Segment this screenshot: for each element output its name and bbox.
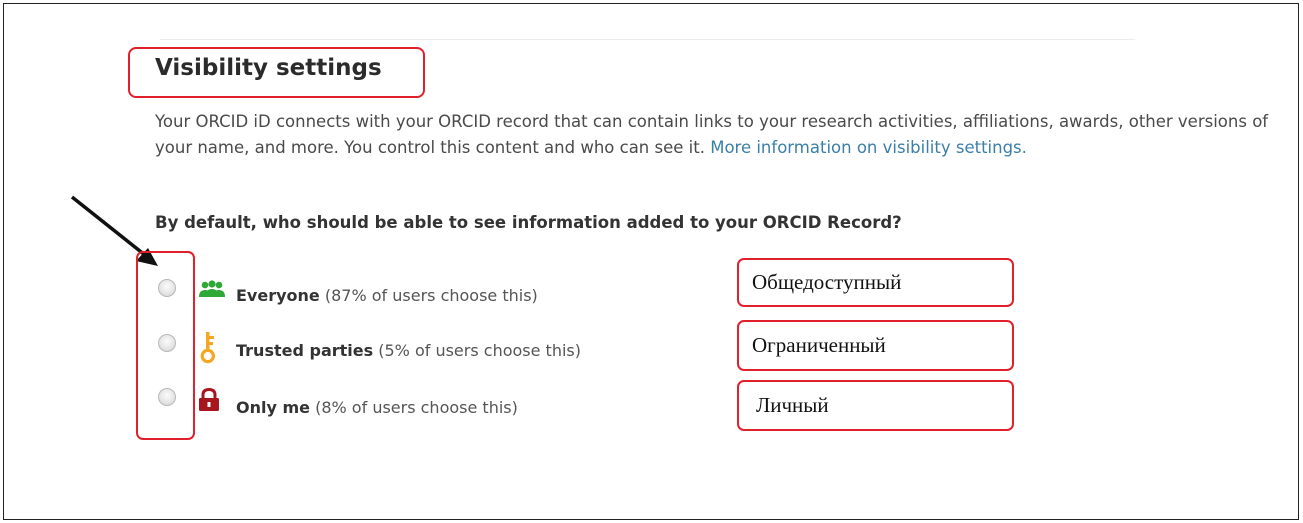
- option-trusted-parties[interactable]: Trusted parties (5% of users choose this…: [236, 341, 581, 360]
- users-icon: [199, 280, 225, 297]
- option-only-me-note: (8% of users choose this): [315, 398, 518, 417]
- option-only-me[interactable]: Only me (8% of users choose this): [236, 398, 518, 417]
- page-title: Visibility settings: [155, 55, 382, 81]
- lock-icon: [199, 388, 219, 411]
- annotation-public: Общедоступный: [752, 270, 902, 294]
- annotation-limited: Ограниченный: [752, 333, 886, 357]
- visibility-info-link[interactable]: More information on visibility settings.: [710, 138, 1027, 157]
- option-everyone-note: (87% of users choose this): [324, 286, 538, 305]
- radio-trusted-parties[interactable]: [158, 334, 176, 352]
- option-trusted-parties-label: Trusted parties: [236, 341, 374, 360]
- section-divider: [160, 39, 1135, 40]
- option-only-me-label: Only me: [236, 398, 310, 417]
- key-icon: [200, 332, 216, 364]
- option-trusted-parties-note: (5% of users choose this): [378, 341, 581, 360]
- description: Your ORCID iD connects with your ORCID r…: [155, 109, 1275, 160]
- default-visibility-question: By default, who should be able to see in…: [155, 213, 902, 232]
- option-everyone[interactable]: Everyone (87% of users choose this): [236, 286, 538, 305]
- option-everyone-label: Everyone: [236, 286, 320, 305]
- radio-only-me[interactable]: [158, 388, 176, 406]
- radio-everyone[interactable]: [158, 279, 176, 297]
- annotation-private: Личный: [756, 393, 829, 417]
